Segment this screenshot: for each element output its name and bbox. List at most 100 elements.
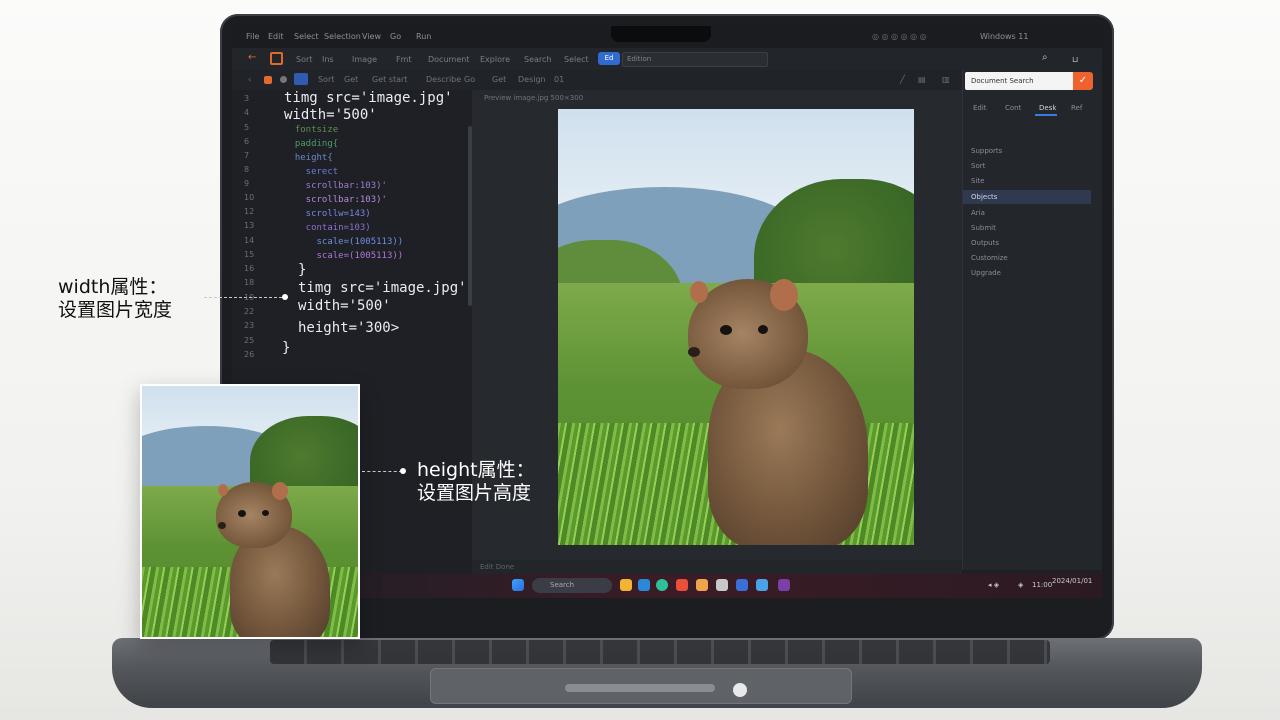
toolbar2-go[interactable]: Go	[464, 75, 475, 84]
panel-item[interactable]: Sort	[963, 159, 1091, 173]
panel-item-selected[interactable]: Objects	[963, 190, 1091, 204]
toolbar-search[interactable]: Search	[524, 55, 551, 64]
laptop-screen: File Edit Select Selection View Go Run ◎…	[232, 26, 1102, 598]
toolbar-image[interactable]: Image	[352, 55, 377, 64]
layout-icon[interactable]: ▤	[918, 75, 926, 84]
account-icon[interactable]: ⊔	[1072, 55, 1078, 64]
mongoose-nose	[688, 347, 700, 357]
terminal-icon[interactable]	[778, 579, 790, 591]
menu-file[interactable]: File	[246, 32, 259, 41]
run-icon[interactable]	[264, 76, 272, 84]
toolbar-ins[interactable]: Ins	[322, 55, 334, 64]
app-icon[interactable]	[716, 579, 728, 591]
code-line[interactable]: width='500'	[298, 298, 391, 314]
tab-desk[interactable]: Desk	[1039, 104, 1056, 112]
edge-icon[interactable]	[656, 579, 668, 591]
toolbar2-describe[interactable]: Describe	[426, 75, 461, 84]
split-icon[interactable]: ▥	[942, 75, 950, 84]
height-callout-title: height属性：	[417, 459, 535, 481]
panel-item[interactable]: Customize	[963, 251, 1091, 265]
secondary-toolbar: ‹ Sort Get Get start Describe Go Get Des…	[232, 70, 962, 90]
code-line[interactable]: timg src='image.jpg'	[298, 280, 467, 296]
record-icon[interactable]	[280, 76, 287, 83]
panel-item[interactable]: Submit	[963, 221, 1091, 235]
toolbar-document[interactable]: Document	[428, 55, 469, 64]
small-photo-card	[140, 384, 360, 639]
code-line[interactable]: scale=(1005113))	[284, 251, 404, 261]
home-icon[interactable]	[270, 52, 283, 65]
collapse-icon[interactable]: ‹	[248, 75, 251, 84]
code-line[interactable]: }	[298, 262, 306, 278]
save-icon[interactable]	[294, 73, 308, 85]
code-line[interactable]: fontsize	[284, 125, 338, 135]
search-icon[interactable]: ⌕	[1042, 52, 1048, 63]
mail-icon[interactable]	[736, 579, 748, 591]
code-line[interactable]: padding{	[284, 139, 338, 149]
tab-cont[interactable]: Cont	[1005, 104, 1021, 112]
tab-ref[interactable]: Ref	[1071, 104, 1082, 112]
menu-select[interactable]: Select	[294, 32, 319, 41]
panel-item[interactable]: Supports	[963, 144, 1091, 158]
folder-icon[interactable]	[620, 579, 632, 591]
code-line[interactable]: width='500'	[284, 107, 377, 123]
back-arrow-icon[interactable]: ←	[248, 52, 256, 63]
browser-icon[interactable]	[638, 579, 650, 591]
menu-selection[interactable]: Selection	[324, 32, 361, 41]
toolbar-explore[interactable]: Explore	[480, 55, 510, 64]
code-line[interactable]: scrollbar:103)'	[284, 195, 387, 205]
volume-icon[interactable]: ◈	[1018, 581, 1023, 589]
toolbar2-get[interactable]: Get	[344, 75, 358, 84]
menu-edit[interactable]: Edit	[268, 32, 284, 41]
code-line[interactable]: height{	[284, 153, 333, 163]
preview-label: Preview image.jpg 500×300	[484, 94, 584, 102]
active-tab-indicator	[1035, 114, 1057, 116]
code-line[interactable]: contain=103)	[284, 223, 371, 233]
line-number: 13	[244, 221, 255, 230]
panel-item[interactable]: Outputs	[963, 236, 1091, 250]
mongoose-eye	[758, 325, 768, 334]
clock-time[interactable]: 11:00	[1032, 581, 1052, 589]
taskbar-search[interactable]: Search	[532, 578, 612, 593]
code-line[interactable]: scrollw=143)	[284, 209, 371, 219]
width-callout-title: width属性：	[58, 276, 168, 298]
line-number: 14	[244, 236, 255, 245]
clock-date[interactable]: 2024/01/01	[1052, 577, 1092, 585]
chat-icon[interactable]	[756, 579, 768, 591]
panel-item[interactable]: Aria	[963, 206, 1091, 220]
line-number: 9	[244, 179, 250, 188]
tab-edit[interactable]: Edit	[973, 104, 987, 112]
selected-badge[interactable]: Ed	[598, 52, 620, 65]
toolbar2-getstart[interactable]: Get start	[372, 75, 407, 84]
toolbar2-get2[interactable]: Get	[492, 75, 506, 84]
code-line[interactable]: serect	[284, 167, 339, 177]
wifi-icon[interactable]: ◂ ◈	[988, 581, 999, 589]
menu-view[interactable]: View	[362, 32, 381, 41]
height-callout-dot	[400, 468, 406, 474]
window-controls-icon[interactable]: ◎ ◎ ◎ ◎ ◎ ◎	[872, 32, 927, 41]
edition-dropdown[interactable]: Edition	[622, 52, 768, 67]
code-line[interactable]: timg src='image.jpg'	[284, 90, 453, 106]
status-bar: Edit Done	[472, 560, 962, 574]
panel-item[interactable]: Upgrade	[963, 266, 1091, 280]
menu-run[interactable]: Run	[416, 32, 431, 41]
toolbar2-sort[interactable]: Sort	[318, 75, 334, 84]
expand-icon[interactable]: ╱	[900, 75, 905, 84]
toolbar-select[interactable]: Select	[564, 55, 589, 64]
menu-go[interactable]: Go	[390, 32, 401, 41]
code-line[interactable]: scale=(1005113))	[284, 237, 404, 247]
photos-icon[interactable]	[696, 579, 708, 591]
windows-icon[interactable]	[512, 579, 524, 591]
document-search-input[interactable]: Document Search	[965, 72, 1073, 90]
toolbar2-design[interactable]: Design	[518, 75, 546, 84]
code-line[interactable]: height='300>	[298, 320, 399, 336]
panel-item[interactable]: Site	[963, 174, 1091, 188]
store-icon[interactable]	[676, 579, 688, 591]
search-confirm-button[interactable]: ✓	[1073, 72, 1093, 90]
toolbar2-01[interactable]: 01	[554, 75, 564, 84]
code-line[interactable]: scrollbar:103)'	[284, 181, 387, 191]
code-line[interactable]: }	[282, 340, 290, 356]
line-number: 16	[244, 264, 255, 273]
toolbar-sort[interactable]: Sort	[296, 55, 312, 64]
line-number: 23	[244, 321, 255, 330]
toolbar-fmt[interactable]: Fmt	[396, 55, 412, 64]
